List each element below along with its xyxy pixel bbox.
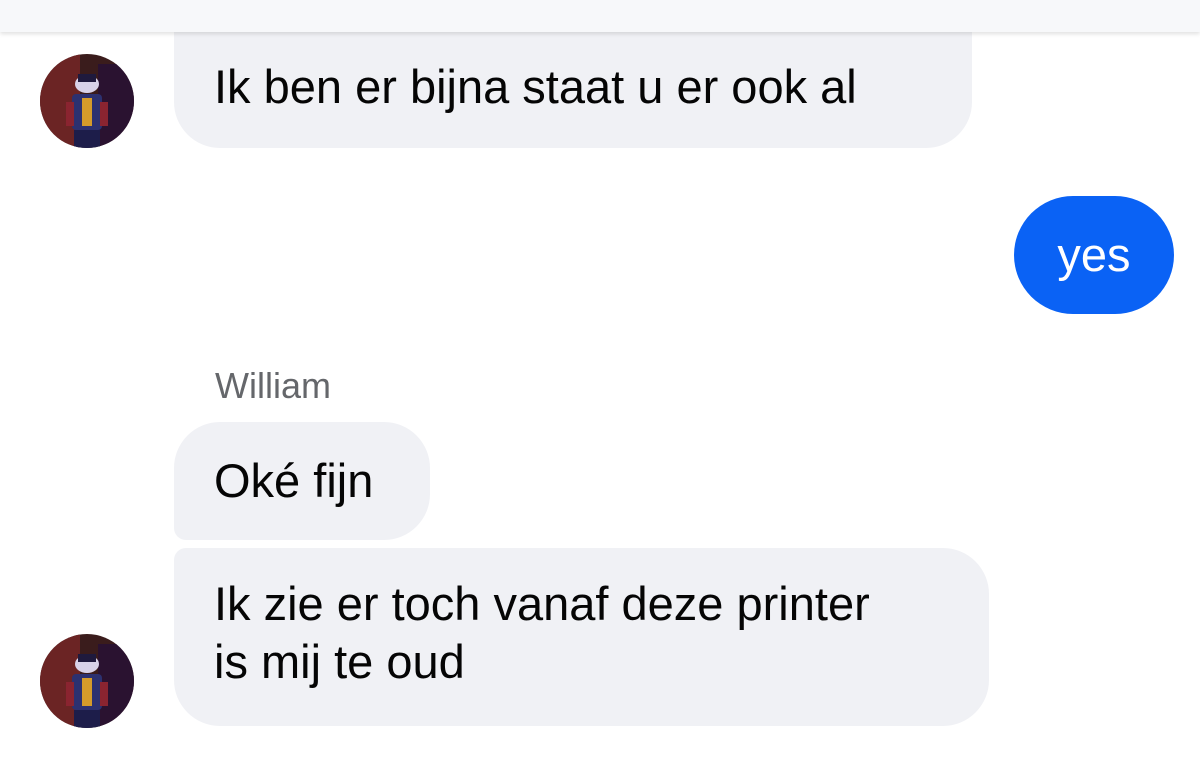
incoming-message-bubble[interactable]: Ik zie er toch vanaf deze printer is mij… (174, 548, 989, 726)
message-text-line: Ik zie er toch vanaf deze printer (214, 577, 870, 630)
message-text-line: is mij te oud (214, 635, 465, 688)
sender-avatar[interactable] (40, 634, 134, 728)
conversation-header-bar (0, 0, 1200, 32)
message-text: Oké fijn (214, 454, 374, 507)
message-text: Ik ben er bijna staat u er ook al (214, 60, 857, 113)
user-avatar-icon (40, 634, 134, 728)
outgoing-message-bubble[interactable]: yes (1014, 196, 1174, 314)
sender-name: William (215, 365, 331, 406)
user-avatar-icon (40, 54, 134, 148)
sender-avatar[interactable] (40, 54, 134, 148)
incoming-message-bubble[interactable]: Oké fijn (174, 422, 430, 540)
incoming-message-bubble[interactable]: Ik ben er bijna staat u er ook al (174, 30, 972, 148)
message-text: yes (1057, 228, 1131, 281)
